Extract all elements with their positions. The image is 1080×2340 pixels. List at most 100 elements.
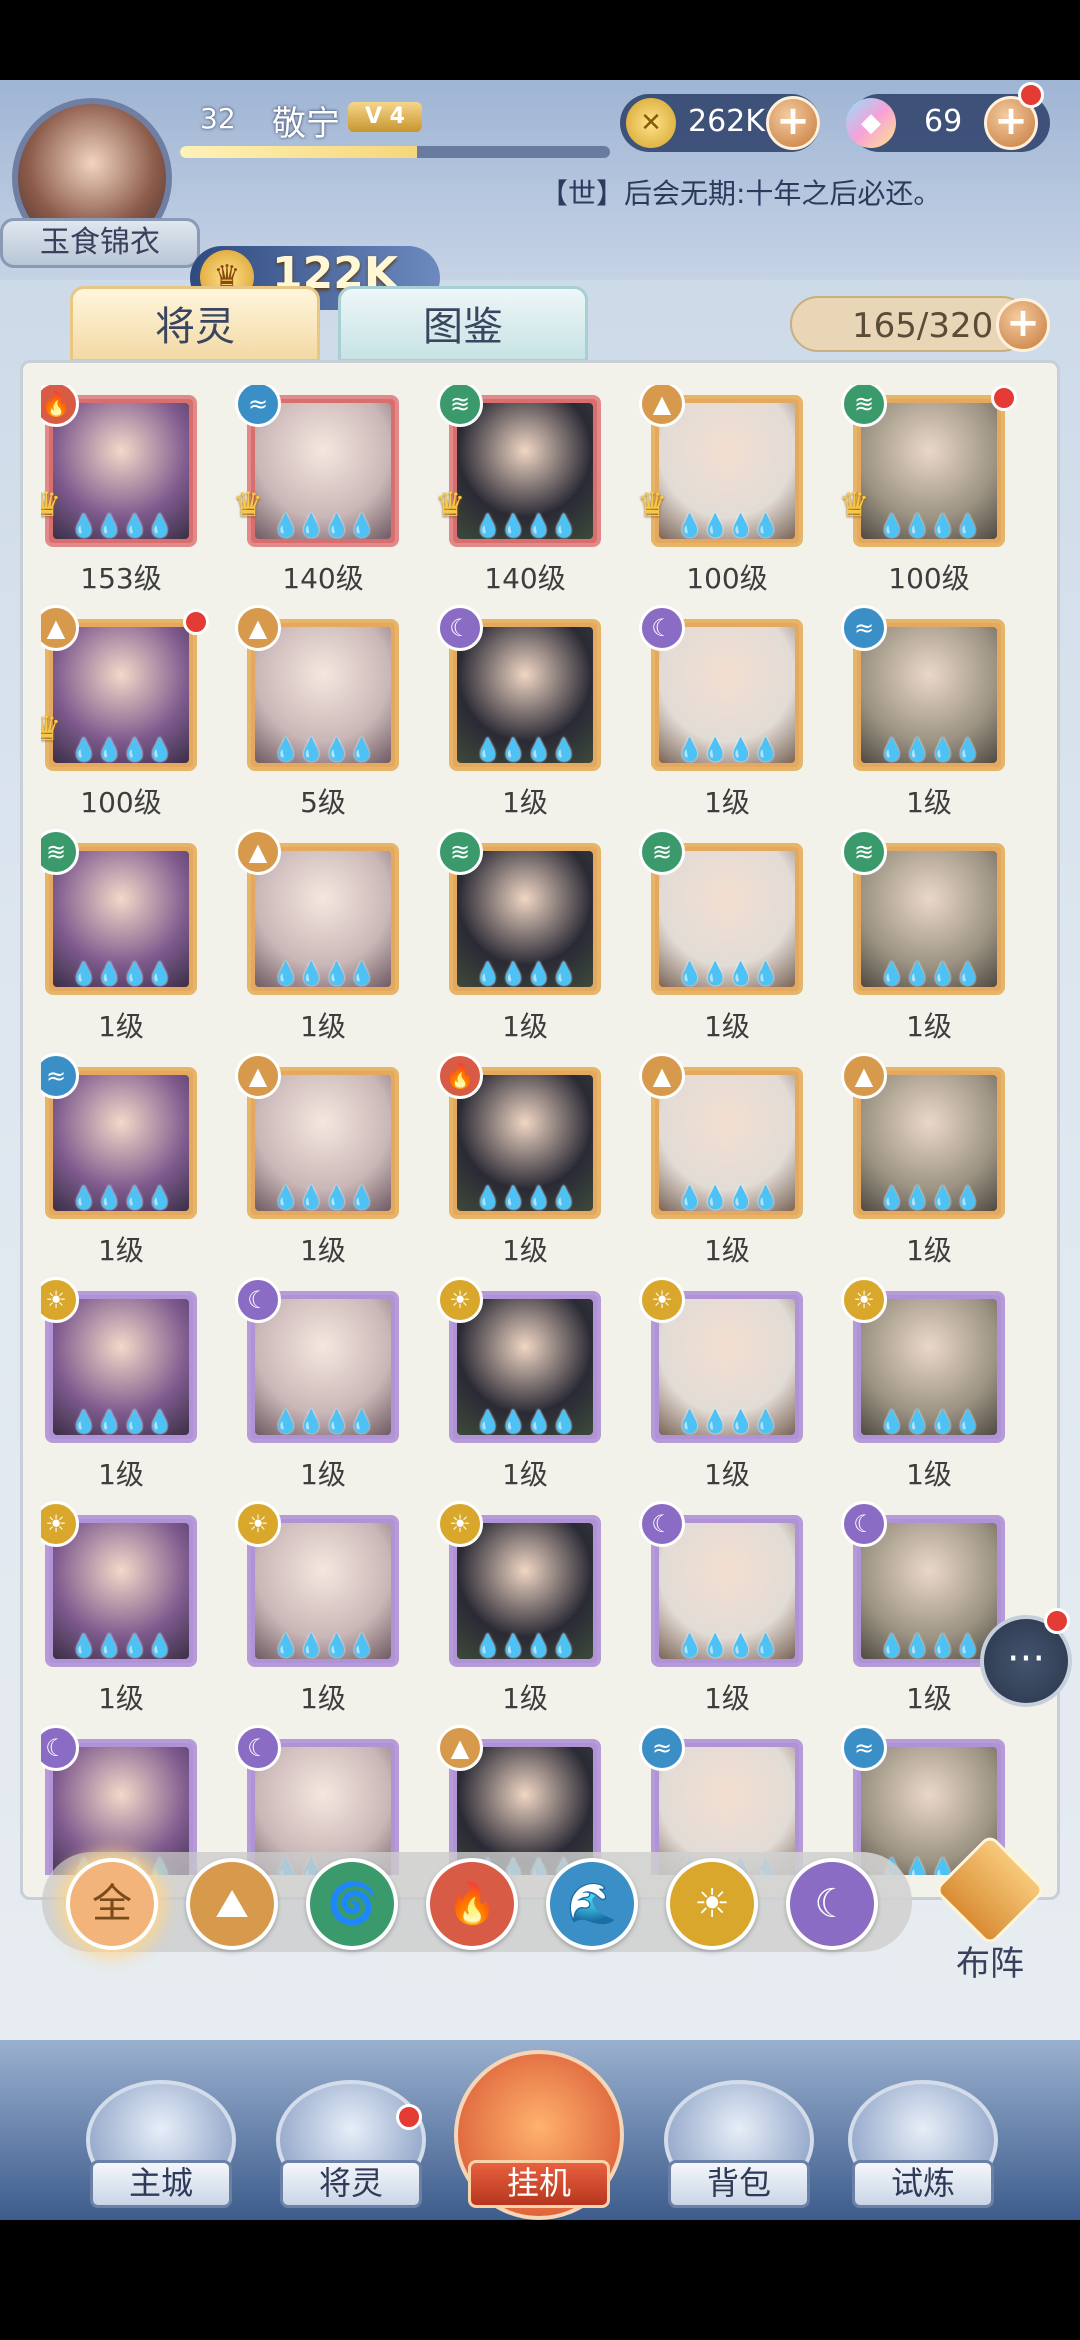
hero-level: 1级 <box>704 786 750 819</box>
hero-level: 1级 <box>300 1682 346 1715</box>
formation-label: 布阵 <box>956 1944 1024 1984</box>
hero-stars: 💧💧💧💧 <box>272 1410 376 1435</box>
hero-level: 153级 <box>80 562 162 595</box>
hero-level: 1级 <box>906 786 952 819</box>
hero-level: 1级 <box>300 1458 346 1491</box>
crown-icon: ♛ <box>41 485 62 525</box>
hero-level: 5级 <box>300 786 346 819</box>
nav-bag[interactable]: 背包 <box>654 2040 824 2220</box>
add-gold-button[interactable]: + <box>766 96 820 150</box>
hero-level: 100级 <box>80 786 162 819</box>
hero-stars: 💧💧💧💧 <box>878 738 982 763</box>
mountain-element-icon: ▲ <box>235 605 281 651</box>
hero-capacity: 165/320 <box>790 296 1030 352</box>
hero-level: 1级 <box>98 1458 144 1491</box>
nav-heroes-dot <box>396 2104 422 2130</box>
player-name: 敬宁 <box>272 104 340 144</box>
hero-level: 1级 <box>906 1010 952 1043</box>
hero-stars: 💧💧💧💧 <box>878 1186 982 1211</box>
hero-stars: 💧💧💧💧 <box>272 1186 376 1211</box>
hero-level: 140级 <box>282 562 364 595</box>
hero-stars: 💧💧💧💧 <box>70 962 174 987</box>
hero-level: 1级 <box>704 1458 750 1491</box>
nav-bag-label: 背包 <box>668 2160 810 2208</box>
nav-trial[interactable]: 试炼 <box>838 2040 1008 2220</box>
crown-icon: ♛ <box>839 485 870 525</box>
wind-element-icon: ≋ <box>841 829 887 875</box>
hero-stars: 💧💧💧💧 <box>676 1634 780 1659</box>
game-screen: 玉食锦衣 32 敬宁 V 4 ♛ 122K ✕ 262K + ◆ 69 + 【世… <box>0 80 1080 2220</box>
hero-stars: 💧💧💧💧 <box>878 1410 982 1435</box>
tab-codex[interactable]: 图鉴 <box>338 286 588 362</box>
wind-element-icon: ≋ <box>639 829 685 875</box>
hero-level: 1级 <box>906 1458 952 1491</box>
hero-level: 1级 <box>704 1234 750 1267</box>
water-element-icon: ≈ <box>841 1725 887 1771</box>
hero-level: 1级 <box>704 1682 750 1715</box>
filter-mountain[interactable]: ⛰ <box>186 1858 278 1950</box>
hero-level: 1级 <box>906 1234 952 1267</box>
nav-heroes[interactable]: 将灵 <box>266 2040 436 2220</box>
chat-notification-dot <box>1044 1608 1070 1634</box>
moon-element-icon: ☾ <box>639 1501 685 1547</box>
hero-stars: 💧💧💧💧 <box>474 738 578 763</box>
moon-element-icon: ☾ <box>639 605 685 651</box>
hero-roster-panel: 💧💧💧💧 🔥 ♛ 153级 💧💧💧💧 ≈ ♛ 140级 💧💧💧💧 ≋ ♛ 140级 💧💧💧💧 ▲ ♛ 100级… <box>20 360 1060 1900</box>
hero-count: 165/320 <box>852 306 994 346</box>
hero-stars: 💧💧💧💧 <box>474 1634 578 1659</box>
tab-heroes[interactable]: 将灵 <box>70 286 320 362</box>
hero-stars: 💧💧💧💧 <box>676 962 780 987</box>
hero-level: 1级 <box>502 1458 548 1491</box>
world-chat-ticker[interactable]: 【世】后会无期:十年之后必还。 <box>470 164 1080 212</box>
exp-bar <box>180 146 610 158</box>
hero-level: 1级 <box>502 1234 548 1267</box>
expand-capacity-button[interactable]: + <box>996 298 1050 352</box>
hero-stars: 💧💧💧💧 <box>474 962 578 987</box>
moon-element-icon: ☾ <box>841 1501 887 1547</box>
filter-sun[interactable]: ☀ <box>666 1858 758 1950</box>
moon-element-icon: ☾ <box>235 1277 281 1323</box>
crown-icon: ♛ <box>41 709 62 749</box>
filter-all[interactable]: 全 <box>66 1858 158 1950</box>
formation-button[interactable]: 布阵 <box>930 1833 1050 1984</box>
mountain-element-icon: ▲ <box>639 1053 685 1099</box>
hero-stars: 💧💧💧💧 <box>676 738 780 763</box>
hero-level: 100级 <box>686 562 768 595</box>
filter-fire[interactable]: 🔥 <box>426 1858 518 1950</box>
gem-icon: ◆ <box>846 98 896 148</box>
notification-dot <box>1018 82 1044 108</box>
filter-moon[interactable]: ☾ <box>786 1858 878 1950</box>
crown-icon: ♛ <box>435 485 466 525</box>
flag-icon <box>933 1833 1047 1947</box>
hero-level: 1级 <box>300 1234 346 1267</box>
nav-idle[interactable]: 挂机 <box>454 2040 624 2220</box>
gold-coin-icon: ✕ <box>626 98 676 148</box>
gold-value: 262K <box>688 104 765 139</box>
mountain-element-icon: ▲ <box>841 1053 887 1099</box>
sun-element-icon: ☀ <box>437 1501 483 1547</box>
hero-stars: 💧💧💧💧 <box>676 1186 780 1211</box>
hero-grid[interactable]: 💧💧💧💧 🔥 ♛ 153级 💧💧💧💧 ≈ ♛ 140级 💧💧💧💧 ≋ ♛ 140级 💧💧💧💧 ▲ ♛ 100级… <box>41 385 1046 1875</box>
crown-icon: ♛ <box>637 485 668 525</box>
gem-value: 69 <box>924 104 963 139</box>
filter-wind[interactable]: 🌀 <box>306 1858 398 1950</box>
hero-stars: 💧💧💧💧 <box>878 962 982 987</box>
mountain-element-icon: ▲ <box>437 1725 483 1771</box>
water-element-icon: ≈ <box>639 1725 685 1771</box>
sun-element-icon: ☀ <box>639 1277 685 1323</box>
water-element-icon: ≈ <box>841 605 887 651</box>
nav-main-city-label: 主城 <box>90 2160 232 2208</box>
filter-water[interactable]: 🌊 <box>546 1858 638 1950</box>
hero-level: 1级 <box>98 1010 144 1043</box>
moon-element-icon: ☾ <box>437 605 483 651</box>
nav-main-city[interactable]: 主城 <box>76 2040 246 2220</box>
hero-level: 1级 <box>704 1010 750 1043</box>
hero-stars: 💧💧💧💧 <box>70 1634 174 1659</box>
hero-level: 1级 <box>98 1234 144 1267</box>
avatar-title-plate: 玉食锦衣 <box>0 218 200 268</box>
hero-level: 1级 <box>502 1682 548 1715</box>
vip-badge[interactable]: V 4 <box>348 102 422 132</box>
crown-icon: ♛ <box>233 485 264 525</box>
hero-stars: 💧💧💧💧 <box>474 1186 578 1211</box>
sun-element-icon: ☀ <box>437 1277 483 1323</box>
